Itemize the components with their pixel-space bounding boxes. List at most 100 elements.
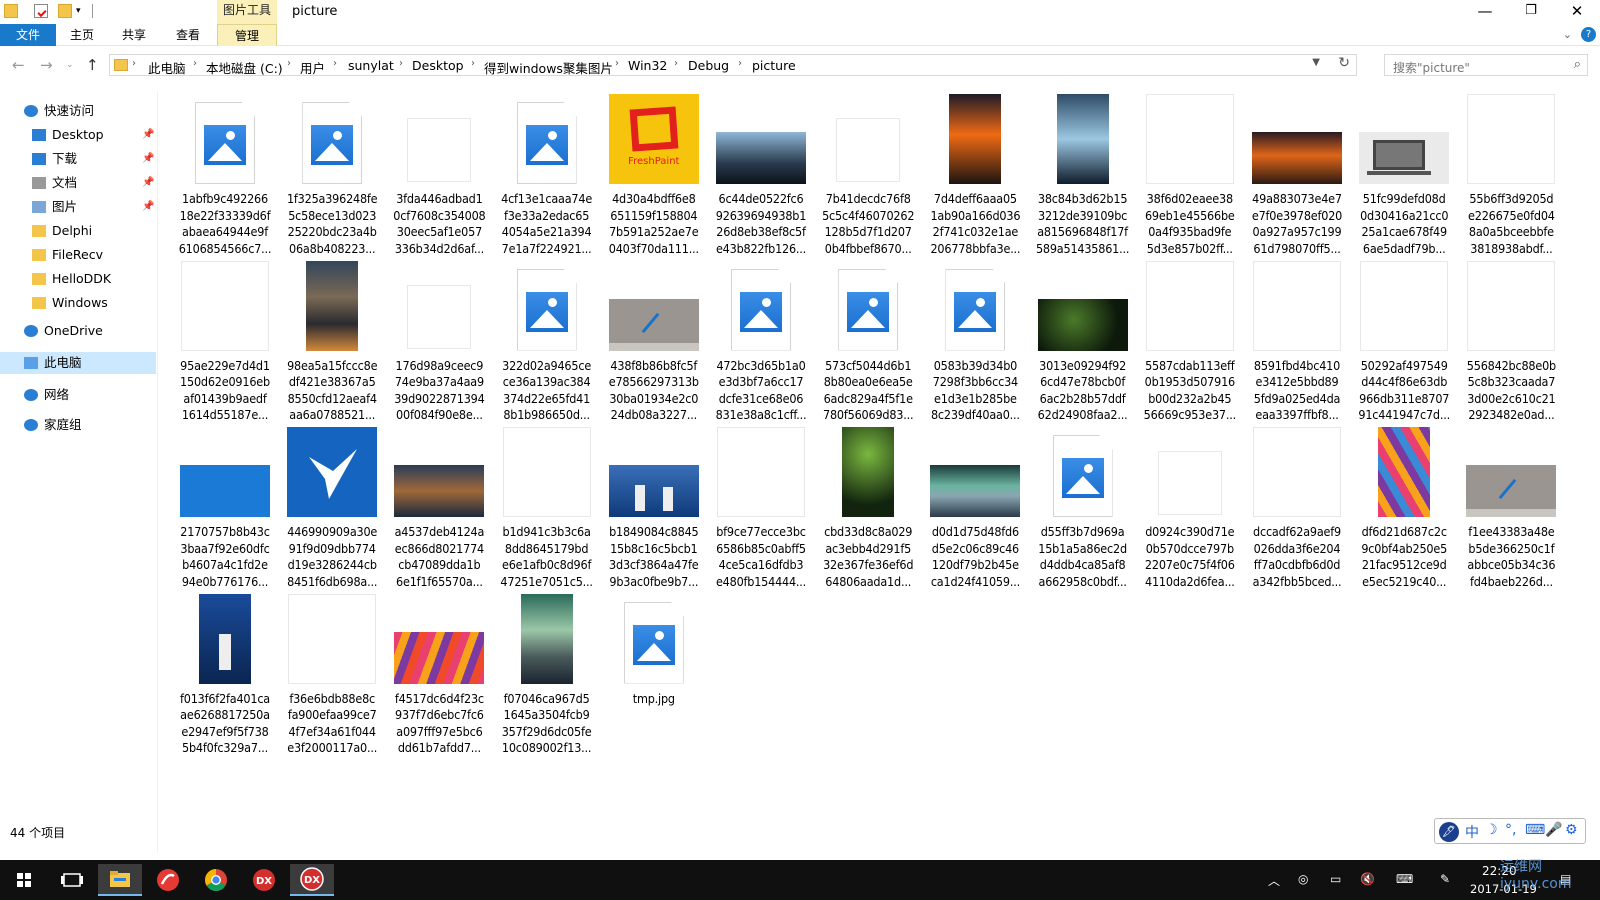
file-item[interactable]: 1f325a396248fe 5c58ece13d023 25220bdc23a… xyxy=(281,88,383,256)
recent-locations-icon[interactable]: ⌄ xyxy=(66,60,74,70)
tab-share[interactable]: 共享 xyxy=(110,24,158,46)
file-item[interactable]: 98ea5a15fccc8e df421e38367a5 8550cfd12ae… xyxy=(281,255,383,423)
file-item[interactable]: 2170757b8b43c 3baa7f92e60dfc b4607a4c1fd… xyxy=(174,421,276,589)
ime-toolbar[interactable]: 🖋 中 ☽ °, ⌨ 🎤 ⚙ xyxy=(1434,818,1586,844)
chevron-right-icon[interactable]: › xyxy=(738,58,742,69)
file-item[interactable]: cbd33d8c8a029 ac3ebb4d291f5 32e367fe36ef… xyxy=(817,421,919,589)
sidebar-item-0[interactable]: 快速访问 xyxy=(0,100,156,122)
file-item[interactable]: 55b6ff3d9205d e226675e0fd04 8a0a5bceebbf… xyxy=(1460,88,1562,256)
chevron-right-icon[interactable]: › xyxy=(132,58,136,69)
chrome-app[interactable] xyxy=(194,864,238,896)
file-item[interactable]: 1abfb9c492266 18e22f33339d6f abaea64944e… xyxy=(174,88,276,256)
breadcrumb-win32[interactable]: Win32 xyxy=(628,58,667,73)
address-dropdown-icon[interactable]: ▼ xyxy=(1312,57,1320,68)
red-app[interactable] xyxy=(146,864,190,896)
chevron-right-icon[interactable]: › xyxy=(287,58,291,69)
search-box[interactable]: 搜索"picture" ⌕ xyxy=(1384,54,1588,76)
sidebar-item-11[interactable]: 网络 xyxy=(0,384,156,406)
sidebar-item-7[interactable]: HelloDDK xyxy=(0,268,156,290)
sidebar-item-4[interactable]: 图片 📌 xyxy=(0,196,156,218)
file-item[interactable]: 446990909a30e 91f9d09dbb774 d19e3286244c… xyxy=(281,421,383,589)
file-item[interactable]: 38f6d02eaee38 69eb1e45566be 0a4f935bad9f… xyxy=(1139,88,1241,256)
sidebar-item-1[interactable]: Desktop 📌 xyxy=(0,124,156,146)
search-icon[interactable]: ⌕ xyxy=(1574,57,1581,72)
file-item[interactable]: 51fc99defd08d 0d30416a21cc0 25a1cae678f4… xyxy=(1353,88,1455,256)
back-arrow-icon[interactable]: ← xyxy=(12,56,25,74)
volume-muted-icon[interactable]: 🔇 xyxy=(1360,872,1375,886)
refresh-icon[interactable]: ↻ xyxy=(1338,55,1350,71)
file-item[interactable]: 8591fbd4bc410 e3412e5bbd89 5fd9a025ed4da… xyxy=(1246,255,1348,423)
breadcrumb-debug[interactable]: Debug xyxy=(688,58,729,73)
help-icon[interactable]: ? xyxy=(1581,27,1596,42)
chevron-down-icon[interactable]: ⌄ xyxy=(1563,24,1572,46)
file-explorer-app[interactable] xyxy=(98,864,142,896)
chevron-right-icon[interactable]: › xyxy=(399,58,403,69)
network-tray-icon[interactable]: ◎ xyxy=(1298,872,1308,886)
file-item[interactable]: 556842bc88e0b 5c8b323caada7 3d00e2c610c2… xyxy=(1460,255,1562,423)
file-item[interactable]: a4537deb4124a ec866d8021774 cb47089dda1b… xyxy=(388,421,490,589)
breadcrumb-users[interactable]: 用户 xyxy=(300,58,325,77)
dx-app-2[interactable]: DX xyxy=(290,864,334,896)
close-button[interactable]: ✕ xyxy=(1554,0,1600,24)
file-item[interactable]: 573cf5044d6b1 8b80ea0e6ea5e 6adc829a4f5f… xyxy=(817,255,919,423)
file-item[interactable]: FreshPaint 4d30a4bdff6e8 651159f158804 7b… xyxy=(603,88,705,256)
file-item[interactable]: 322d02a9465ce ce36a139ac384 374d22e65fd4… xyxy=(496,255,598,423)
ime-mode-chinese[interactable]: 中 xyxy=(1465,822,1479,842)
settings-gear-icon[interactable]: ⚙ xyxy=(1565,822,1578,838)
chevron-right-icon[interactable]: › xyxy=(333,58,337,69)
file-item[interactable]: 4cf13e1caaa74e f3e33a2edac65 4054a5e21a3… xyxy=(496,88,598,256)
file-item[interactable]: b1d941c3b3c6a 8dd8645179bd e6e1afb0c8d96… xyxy=(496,421,598,589)
file-item[interactable]: 3fda446adbad1 0cf7608c354008 30eec5af1e0… xyxy=(388,88,490,256)
maximize-button[interactable]: ❐ xyxy=(1508,0,1554,24)
file-item[interactable]: f1ee43383a48e b5de366250c1f abbce05b34c3… xyxy=(1460,421,1562,589)
file-item[interactable]: tmp.jpg xyxy=(603,588,705,756)
file-item[interactable]: 0583b39d34b0 7298f3bb6cc34 e1d3e1b285be … xyxy=(924,255,1026,423)
file-item[interactable]: f013f6f2fa401ca ae6268817250a e2947ef9f5… xyxy=(174,588,276,756)
start-button[interactable] xyxy=(2,864,46,896)
chevron-right-icon[interactable]: › xyxy=(674,58,678,69)
file-item[interactable]: 472bc3d65b1a0 e3d3bf7a6cc17 dcfe31ce68e0… xyxy=(710,255,812,423)
keyboard-icon[interactable]: ⌨ xyxy=(1525,822,1545,838)
up-arrow-icon[interactable]: ↑ xyxy=(86,56,99,74)
sidebar-item-6[interactable]: FileRecv xyxy=(0,244,156,266)
sidebar-item-5[interactable]: Delphi xyxy=(0,220,156,242)
breadcrumb-local-disk[interactable]: 本地磁盘 (C:) xyxy=(206,58,283,77)
breadcrumb-desktop[interactable]: Desktop xyxy=(412,58,464,73)
keyboard-tray-icon[interactable]: ⌨ xyxy=(1396,872,1413,886)
sidebar-item-10[interactable]: 此电脑 xyxy=(0,352,156,374)
file-item[interactable]: 3013e09294f92 6cd47e78bcb0f 6ac2b28b57dd… xyxy=(1032,255,1134,423)
file-item[interactable]: d0924c390d71e 0b570dcce797b 2207e0c75f4f… xyxy=(1139,421,1241,589)
breadcrumb-windows-pictures[interactable]: 得到windows聚集图片 xyxy=(484,58,613,77)
ime-halfwidth-icon[interactable]: ☽ xyxy=(1485,822,1498,838)
file-item[interactable]: bf9ce77ecce3bc 6586b85c0abff5 4ce5ca16df… xyxy=(710,421,812,589)
microphone-icon[interactable]: 🎤 xyxy=(1545,822,1562,838)
folder-icon[interactable] xyxy=(4,4,18,18)
sidebar-item-8[interactable]: Windows xyxy=(0,292,156,314)
ime-logo-icon[interactable]: 🖋 xyxy=(1439,822,1459,842)
search-input[interactable]: 搜索"picture" xyxy=(1393,59,1470,76)
new-folder-icon[interactable] xyxy=(58,4,72,18)
file-item[interactable]: 95ae229e7d4d1 150d62e0916eb af01439b9aed… xyxy=(174,255,276,423)
file-item[interactable]: f07046ca967d5 1645a3504fcb9 357f29d6dc05… xyxy=(496,588,598,756)
ime-punctuation-icon[interactable]: °, xyxy=(1505,822,1516,838)
file-item[interactable]: 176d98a9ceec9 74e9ba37a4aa9 39d902287139… xyxy=(388,255,490,423)
properties-icon[interactable] xyxy=(34,4,48,18)
file-item[interactable]: 7b41decdc76f8 5c5c4f46070262 128b5d7f1d2… xyxy=(817,88,919,256)
tab-manage[interactable]: 管理 xyxy=(217,24,277,46)
display-tray-icon[interactable]: ▭ xyxy=(1330,872,1341,886)
tab-file[interactable]: 文件 xyxy=(0,24,56,46)
dx-app[interactable]: DX xyxy=(242,864,286,896)
chevron-right-icon[interactable]: › xyxy=(471,58,475,69)
task-view-button[interactable] xyxy=(50,864,94,896)
file-item[interactable]: dccadf62a9aef9 026dda3f6e204 ff7a0cdbfb6… xyxy=(1246,421,1348,589)
address-bar[interactable]: › 此电脑 › 本地磁盘 (C:) › 用户 › sunylat › Deskt… xyxy=(109,54,1357,76)
breadcrumb-picture[interactable]: picture xyxy=(752,58,796,73)
sidebar-item-12[interactable]: 家庭组 xyxy=(0,414,156,436)
file-item[interactable]: df6d21d687c2c 9c0bf4ab250e5 21fac9512ce9… xyxy=(1353,421,1455,589)
sidebar-item-9[interactable]: OneDrive xyxy=(0,320,156,342)
breadcrumb-this-pc[interactable]: 此电脑 xyxy=(148,58,186,77)
breadcrumb-sunylat[interactable]: sunylat xyxy=(348,58,394,73)
file-item[interactable]: 5587cdab113eff 0b1953d507916 b00d232a2b4… xyxy=(1139,255,1241,423)
file-item[interactable]: 49a883073e4e7 e7f0e3978ef020 0a927a957c1… xyxy=(1246,88,1348,256)
chevron-right-icon[interactable]: › xyxy=(193,58,197,69)
